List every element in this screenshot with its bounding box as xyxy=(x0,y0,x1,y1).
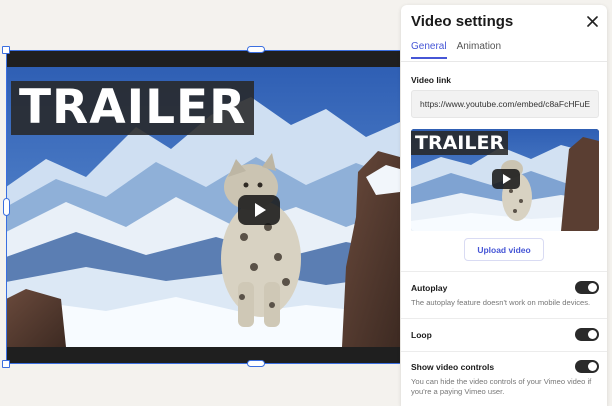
show-controls-label: Show video controls xyxy=(411,362,495,372)
resize-handle-left[interactable] xyxy=(3,198,10,216)
show-controls-toggle[interactable] xyxy=(575,360,599,373)
autoplay-help-text: The autoplay feature doesn't work on mob… xyxy=(411,298,591,307)
resize-handle-top[interactable] xyxy=(247,46,265,53)
close-icon xyxy=(586,15,598,27)
tab-bar: General Animation xyxy=(411,41,501,59)
video-element[interactable]: TRAILER xyxy=(6,50,400,364)
resize-handle-bottom[interactable] xyxy=(247,360,265,367)
thumbnail-overlay-text: TRAILER xyxy=(411,131,509,155)
play-icon xyxy=(255,203,266,217)
loop-label: Loop xyxy=(411,330,432,340)
thumbnail-play-button[interactable] xyxy=(492,169,520,189)
trailer-overlay-text: TRAILER xyxy=(11,81,255,135)
resize-handle-bottom-left[interactable] xyxy=(2,360,10,368)
tab-divider xyxy=(401,61,607,62)
tab-general[interactable]: General xyxy=(411,41,447,59)
tab-animation[interactable]: Animation xyxy=(457,41,501,59)
toggle-knob xyxy=(588,362,597,371)
autoplay-toggle[interactable] xyxy=(575,281,599,294)
selection-outline-top xyxy=(6,50,400,51)
video-settings-panel: Video settings General Animation Video l… xyxy=(401,5,607,406)
divider xyxy=(401,351,607,352)
play-icon xyxy=(503,174,511,184)
canvas: TRAILER xyxy=(0,0,400,406)
divider xyxy=(401,318,607,319)
panel-title: Video settings xyxy=(411,13,514,30)
video-link-label: Video link xyxy=(411,75,451,85)
close-button[interactable] xyxy=(584,13,600,29)
autoplay-label: Autoplay xyxy=(411,283,448,293)
resize-handle-top-left[interactable] xyxy=(2,46,10,54)
upload-video-button[interactable]: Upload video xyxy=(464,238,544,261)
selection-outline-bottom xyxy=(6,363,400,364)
toggle-knob xyxy=(588,283,597,292)
video-thumbnail[interactable]: TRAILER xyxy=(411,129,599,231)
toggle-knob xyxy=(588,330,597,339)
show-controls-help-text: You can hide the video controls of your … xyxy=(411,377,592,396)
divider xyxy=(401,271,607,272)
play-button[interactable] xyxy=(238,195,280,225)
loop-toggle[interactable] xyxy=(575,328,599,341)
video-link-input[interactable] xyxy=(411,90,599,118)
